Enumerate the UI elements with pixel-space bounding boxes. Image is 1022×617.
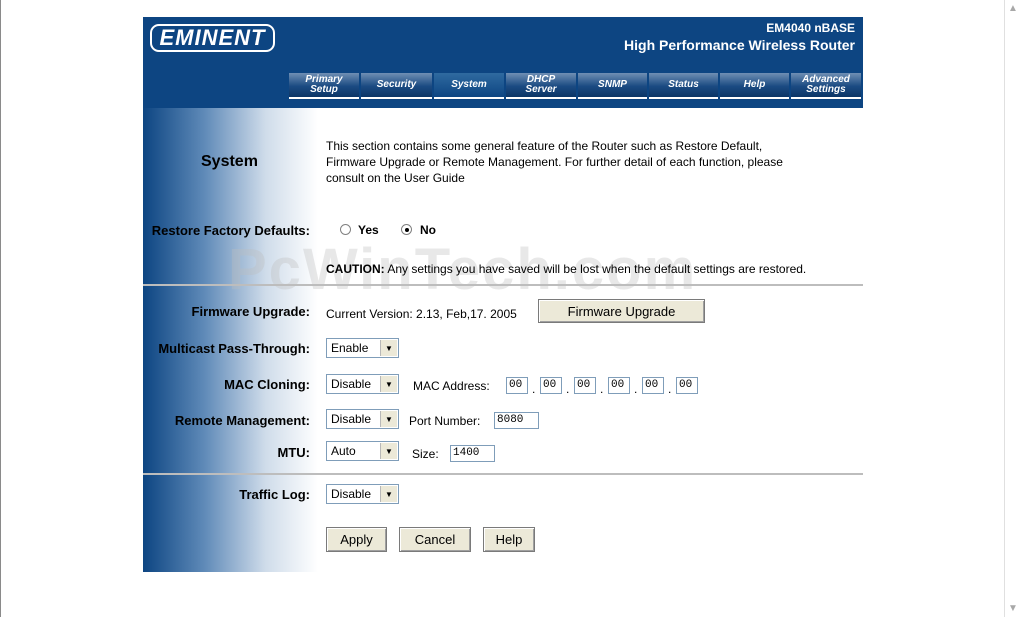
restore-defaults-label: Restore Factory Defaults: bbox=[151, 223, 310, 238]
sidebar-gradient bbox=[143, 108, 318, 572]
tab-primary-setup[interactable]: Primary Setup bbox=[289, 73, 359, 99]
restore-yes-radio[interactable] bbox=[340, 224, 351, 235]
mac-octet-1[interactable]: 00 bbox=[506, 377, 528, 394]
mac-octet-4[interactable]: 00 bbox=[608, 377, 630, 394]
restore-yes-label: Yes bbox=[358, 223, 379, 237]
eminent-logo: EMINENT bbox=[150, 24, 275, 52]
mac-separator: . bbox=[668, 382, 672, 396]
tab-security[interactable]: Security bbox=[361, 73, 432, 99]
model-name: EM4040 nBASE bbox=[766, 21, 855, 35]
mtu-label: MTU: bbox=[277, 445, 311, 460]
tab-system[interactable]: System bbox=[434, 73, 504, 99]
page-title: System bbox=[201, 153, 258, 170]
tab-help[interactable]: Help bbox=[720, 73, 789, 99]
restore-no-label: No bbox=[420, 223, 436, 237]
window-border bbox=[0, 0, 1, 617]
main-tabs: Primary Setup Security System DHCP Server … bbox=[289, 73, 861, 99]
tab-dhcp-server[interactable]: DHCP Server bbox=[506, 73, 576, 99]
divider bbox=[143, 473, 863, 475]
product-subtitle: High Performance Wireless Router bbox=[624, 37, 855, 53]
chevron-down-icon: ▼ bbox=[380, 443, 397, 459]
tab-advanced-settings[interactable]: Advanced Settings bbox=[791, 73, 861, 99]
router-page: EMINENT EM4040 nBASE High Performance Wi… bbox=[143, 17, 863, 572]
firmware-upgrade-label: Firmware Upgrade: bbox=[191, 304, 310, 319]
port-number-input[interactable]: 8080 bbox=[494, 412, 539, 429]
header-banner: EMINENT EM4040 nBASE High Performance Wi… bbox=[143, 17, 863, 108]
port-number-label: Port Number: bbox=[409, 414, 481, 428]
mac-separator: . bbox=[566, 382, 570, 396]
chevron-down-icon: ▼ bbox=[380, 411, 397, 427]
remote-management-select[interactable]: Disable ▼ bbox=[326, 409, 399, 429]
divider bbox=[143, 284, 863, 286]
caution-text: CAUTION: Any settings you have saved wil… bbox=[326, 262, 807, 276]
tab-status[interactable]: Status bbox=[649, 73, 718, 99]
vertical-scrollbar[interactable]: ▲ ▼ bbox=[1004, 0, 1022, 617]
tab-snmp[interactable]: SNMP bbox=[578, 73, 647, 99]
multicast-label: Multicast Pass-Through: bbox=[158, 341, 310, 356]
mac-octet-6[interactable]: 00 bbox=[676, 377, 698, 394]
section-description: This section contains some general featu… bbox=[326, 139, 783, 185]
mac-separator: . bbox=[600, 382, 604, 396]
mac-octet-3[interactable]: 00 bbox=[574, 377, 596, 394]
mac-address-label: MAC Address: bbox=[413, 379, 490, 393]
help-button[interactable]: Help bbox=[483, 527, 535, 552]
mac-octet-2[interactable]: 00 bbox=[540, 377, 562, 394]
scroll-up-icon[interactable]: ▲ bbox=[1008, 3, 1018, 14]
restore-no-radio[interactable] bbox=[401, 224, 412, 235]
firmware-version: Current Version: 2.13, Feb,17. 2005 bbox=[326, 307, 517, 321]
chevron-down-icon: ▼ bbox=[380, 486, 397, 502]
mac-cloning-select[interactable]: Disable ▼ bbox=[326, 374, 399, 394]
firmware-upgrade-button[interactable]: Firmware Upgrade bbox=[538, 299, 705, 323]
apply-button[interactable]: Apply bbox=[326, 527, 387, 552]
mtu-select[interactable]: Auto ▼ bbox=[326, 441, 399, 461]
mac-cloning-label: MAC Cloning: bbox=[224, 377, 310, 392]
traffic-log-select[interactable]: Disable ▼ bbox=[326, 484, 399, 504]
mtu-size-input[interactable]: 1400 bbox=[450, 445, 495, 462]
mac-separator: . bbox=[532, 382, 536, 396]
chevron-down-icon: ▼ bbox=[380, 376, 397, 392]
mac-separator: . bbox=[634, 382, 638, 396]
remote-management-label: Remote Management: bbox=[174, 413, 310, 428]
scroll-down-icon[interactable]: ▼ bbox=[1008, 603, 1018, 614]
chevron-down-icon: ▼ bbox=[380, 340, 397, 356]
multicast-select[interactable]: Enable ▼ bbox=[326, 338, 399, 358]
mtu-size-label: Size: bbox=[412, 447, 439, 461]
traffic-log-label: Traffic Log: bbox=[239, 487, 310, 502]
mac-octet-5[interactable]: 00 bbox=[642, 377, 664, 394]
cancel-button[interactable]: Cancel bbox=[399, 527, 471, 552]
